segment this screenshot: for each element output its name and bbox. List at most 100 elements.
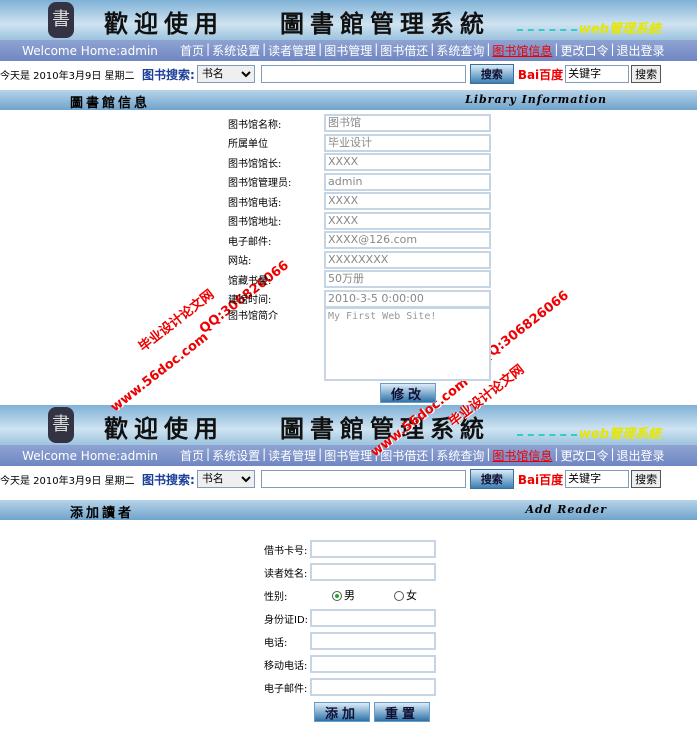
baidu-search-input[interactable]: 关键字 <box>565 470 630 488</box>
radio-icon <box>394 591 404 601</box>
form-row: 图书馆电话: XXXX <box>228 191 491 211</box>
nav-link[interactable]: 图书馆信息 <box>492 42 552 59</box>
nav-link[interactable]: 系统设置 <box>212 447 260 464</box>
radio-label: 女 <box>406 589 417 602</box>
form-row: 建馆时间: 2010-3-5 0:00:00 <box>228 289 491 309</box>
library-field-input[interactable]: 毕业设计 <box>324 133 491 152</box>
field-label: 图书馆管理员: <box>228 178 292 189</box>
nav-link[interactable]: 图书馆信息 <box>492 447 552 464</box>
nav-link[interactable]: 读者管理 <box>268 447 316 464</box>
library-field-input[interactable]: admin <box>324 172 491 191</box>
field-label: 图书馆名称: <box>228 119 282 131</box>
library-field-input[interactable]: 2010-3-5 0:00:00 <box>324 289 491 308</box>
section-header: 添加讀者 Add Reader <box>0 500 697 521</box>
separator: | <box>486 42 491 56</box>
separator: | <box>262 42 267 56</box>
nav-link[interactable]: 图书借还 <box>380 447 428 464</box>
library-field-input[interactable]: XXXX <box>324 192 491 210</box>
reader-field-input[interactable] <box>310 632 436 650</box>
nav-link[interactable]: 退出登录 <box>617 42 665 59</box>
nav-link[interactable]: 退出登录 <box>617 447 665 464</box>
nav-links: 首页 | 系统设置 | 读者管理 | 图书管理 | 图书借还 | 系统查询 | 图书馆信息 | 更改口令 | 退… <box>180 42 665 59</box>
nav-link[interactable]: 首页 <box>180 447 204 464</box>
library-field-input[interactable]: XXXX@126.com <box>324 231 491 249</box>
separator: | <box>262 447 267 461</box>
nav-link[interactable]: 图书管理 <box>324 42 372 59</box>
search-label: 图书搜索: <box>142 472 195 487</box>
reader-field-input[interactable] <box>310 655 436 673</box>
field-label: 网站: <box>228 256 252 267</box>
radio-male[interactable]: 男 <box>332 587 394 603</box>
radio-icon <box>332 591 342 601</box>
separator: | <box>374 42 379 56</box>
section-title: 圖書館信息 <box>70 96 151 111</box>
field-label: 借书卡号: <box>264 545 308 557</box>
library-field-input[interactable]: XXXX <box>324 153 491 171</box>
field-label: 建馆时间: <box>228 295 272 306</box>
library-field-input[interactable]: XXXXXXXX <box>324 250 491 269</box>
field-label: 图书馆电话: <box>228 197 282 209</box>
field-label: 图书馆地址: <box>228 217 282 228</box>
field-label: 性别: <box>264 591 288 603</box>
separator: | <box>610 42 615 56</box>
search-type-select[interactable]: 书名 <box>196 65 255 83</box>
modify-button[interactable]: 修改 <box>380 383 436 403</box>
separator: | <box>318 447 323 461</box>
field-label: 身份证ID: <box>264 614 309 626</box>
welcome-text: Welcome Home:admin <box>22 448 158 463</box>
form-row: 电子邮件: <box>264 677 436 697</box>
baidu-search-button[interactable]: 搜索 <box>631 470 662 488</box>
nav-link[interactable]: 更改口令 <box>560 42 608 59</box>
add-button[interactable]: 添加 <box>314 702 370 722</box>
library-field-input[interactable]: XXXX <box>324 211 491 230</box>
field-label: 读者姓名: <box>264 568 308 580</box>
section-title: 添加讀者 <box>70 506 135 521</box>
baidu-search-input[interactable]: 关键字 <box>565 65 630 83</box>
search-type-select[interactable]: 书名 <box>196 470 255 488</box>
separator: | <box>206 42 211 56</box>
form-row: 读者姓名: <box>264 562 436 582</box>
baidu-logo: Bai百度 <box>517 472 564 487</box>
intro-textarea[interactable]: My First Web Site! <box>324 307 491 381</box>
field-label: 移动电话: <box>264 660 308 672</box>
reader-field-input[interactable] <box>310 563 436 581</box>
nav-link[interactable]: 读者管理 <box>268 42 316 59</box>
field-label: 馆藏书量: <box>228 275 272 287</box>
search-input[interactable] <box>260 65 466 83</box>
form-row: 图书馆馆长: XXXX <box>228 152 491 172</box>
search-input[interactable] <box>260 470 466 488</box>
form-row: 网站: XXXXXXXX <box>228 250 491 270</box>
banner: 書 歡迎使用 圖書館管理系統 web管理系統 <box>0 0 697 40</box>
nav-link[interactable]: 图书借还 <box>380 42 428 59</box>
nav-links: 首页 | 系统设置 | 读者管理 | 图书管理 | 图书借还 | 系统查询 | 图书馆信息 | 更改口令 | 退… <box>180 447 665 464</box>
nav-link[interactable]: 系统查询 <box>436 447 484 464</box>
radio-female[interactable]: 女 <box>394 587 417 603</box>
reset-button[interactable]: 重置 <box>374 702 430 722</box>
banner-title: 歡迎使用 <box>104 9 224 38</box>
nav-link[interactable]: 更改口令 <box>560 447 608 464</box>
separator: | <box>554 42 559 56</box>
watermark: QQ:306826066 <box>476 288 572 367</box>
field-label: 图书馆馆长: <box>228 158 282 170</box>
field-label: 电子邮件: <box>228 236 272 248</box>
date-text: 今天是 2010年3月9日 星期二 <box>0 70 135 82</box>
banner-title: 圖書館管理系統 <box>280 9 490 38</box>
nav-link[interactable]: 图书管理 <box>324 447 372 464</box>
logo: 書 <box>48 2 74 38</box>
field-label: 图书馆简介 <box>228 311 278 322</box>
library-field-input[interactable]: 图书馆 <box>324 114 491 132</box>
search-button[interactable]: 搜索 <box>469 469 514 489</box>
reader-field-input[interactable] <box>310 678 436 696</box>
form-row: 馆藏书量: 50万册 <box>228 269 491 289</box>
nav-link[interactable]: 系统设置 <box>212 42 260 59</box>
reader-field-input[interactable] <box>310 540 436 558</box>
watermark: 毕业设计论文网 <box>136 287 218 356</box>
baidu-search-button[interactable]: 搜索 <box>631 65 662 83</box>
search-button[interactable]: 搜索 <box>469 64 514 84</box>
nav-link[interactable]: 系统查询 <box>436 42 484 59</box>
reader-field-input[interactable] <box>310 609 436 627</box>
nav-link[interactable]: 首页 <box>180 42 204 59</box>
separator: | <box>610 447 615 461</box>
form-row: 图书馆名称: 图书馆 <box>228 113 491 133</box>
library-field-input[interactable]: 50万册 <box>324 270 491 288</box>
